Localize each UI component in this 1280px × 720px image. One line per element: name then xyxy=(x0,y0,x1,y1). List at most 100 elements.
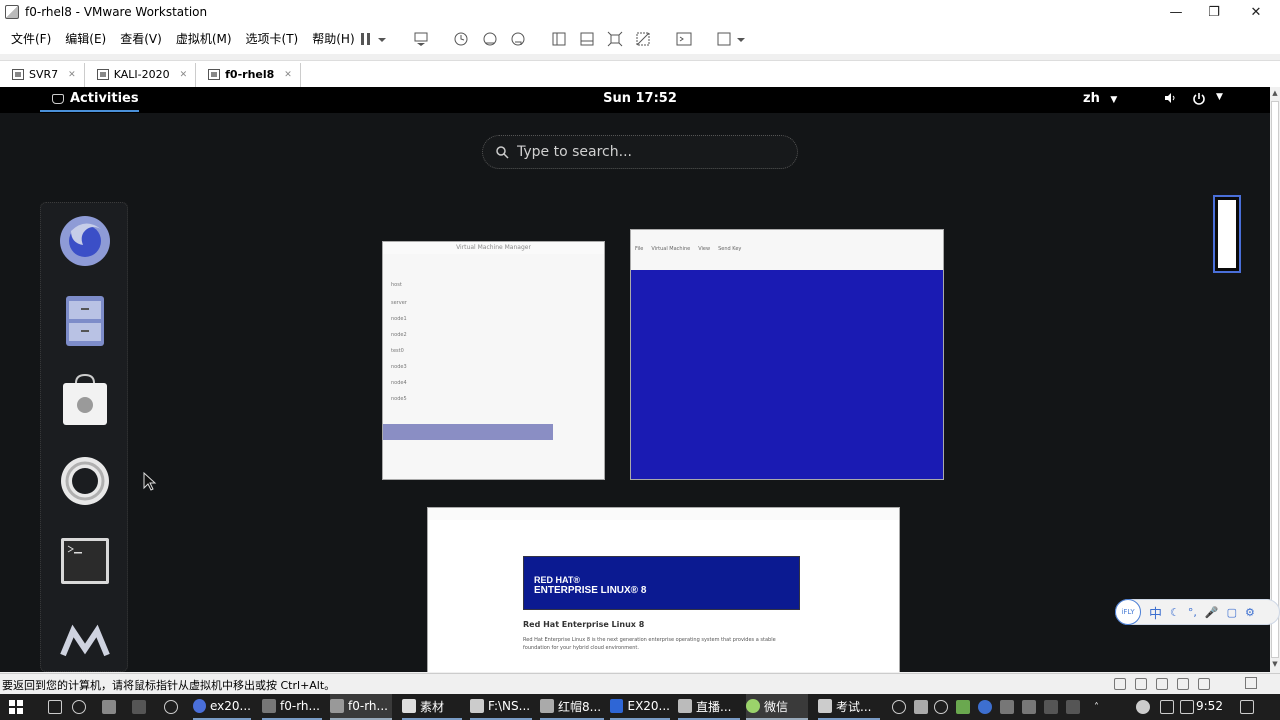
search-input[interactable] xyxy=(517,144,767,160)
status-message: 要返回到您的计算机，请将鼠标指针从虚拟机中移出或按 Ctrl+Alt。 xyxy=(2,679,336,692)
menu-file[interactable]: 文件(F) xyxy=(4,28,58,50)
ime-mode-toggle[interactable]: 中 xyxy=(1149,603,1162,622)
menu-view[interactable]: 查看(V) xyxy=(113,28,169,50)
window-thumb-vm-manager[interactable]: Virtual Machine Manager host server node… xyxy=(382,241,605,480)
menu-vm[interactable]: 虚拟机(M) xyxy=(169,28,239,50)
taskbar-item[interactable]: F:\NS... xyxy=(470,694,532,720)
tray-overflow-icon[interactable]: ˄ xyxy=(1094,694,1099,720)
window-thumb-browser[interactable]: RED HAT® ENTERPRISE LINUX® 8 Red Hat Ent… xyxy=(427,507,900,672)
overview-search[interactable] xyxy=(482,135,798,169)
notification-center-icon[interactable] xyxy=(1240,694,1258,720)
scroll-down-icon[interactable]: ▼ xyxy=(1271,660,1279,670)
tray-icon[interactable] xyxy=(892,694,910,720)
sound-icon[interactable] xyxy=(1177,678,1189,690)
app-icon[interactable] xyxy=(102,694,120,720)
taskbar-item[interactable]: 微信 xyxy=(746,694,808,720)
network-adapter-icon[interactable] xyxy=(1135,678,1147,690)
thumbnail-bar-icon[interactable] xyxy=(576,28,598,50)
display-icon[interactable] xyxy=(1198,678,1210,690)
menu-edit[interactable]: 编辑(E) xyxy=(58,28,113,50)
moon-icon[interactable]: ☾ xyxy=(1170,606,1180,619)
chevron-down-icon[interactable]: ▼ xyxy=(1216,92,1223,102)
terminal-icon[interactable] xyxy=(57,533,113,589)
taskbar-label: ex20... xyxy=(210,699,251,713)
vm-tab-kali[interactable]: KALI-2020 ✕ xyxy=(89,62,197,87)
taskbar-item[interactable]: f0-rh... xyxy=(330,694,392,720)
snapshot-icon[interactable] xyxy=(450,28,472,50)
network-icon[interactable] xyxy=(1160,694,1178,720)
guest-vertical-scrollbar[interactable]: ▲ ▼ xyxy=(1270,87,1280,672)
window-thumb-vm-console[interactable]: File Virtual Machine View Send Key xyxy=(630,229,944,480)
scroll-up-icon[interactable]: ▲ xyxy=(1271,89,1279,99)
ime-toolbar[interactable]: iFLY 中 ☾ °, 🎤 ▢ ⚙ xyxy=(1115,599,1280,625)
tray-icon[interactable] xyxy=(914,694,932,720)
console-menu-item: Virtual Machine xyxy=(651,246,691,252)
vm-tab-f0-rhel8[interactable]: f0-rhel8 ✕ xyxy=(200,62,301,87)
pause-dropdown-icon[interactable] xyxy=(376,28,388,50)
taskbar-item[interactable]: 红帽8... xyxy=(540,694,604,720)
tray-icon[interactable] xyxy=(1022,694,1040,720)
restore-button[interactable]: ❐ xyxy=(1194,0,1234,24)
minimize-button[interactable]: — xyxy=(1156,0,1196,24)
firefox-icon[interactable] xyxy=(57,213,113,269)
stretch-guest-icon[interactable] xyxy=(713,28,735,50)
usb-icon[interactable] xyxy=(1156,678,1168,690)
app-icon[interactable] xyxy=(132,694,150,720)
stretch-dropdown-icon[interactable] xyxy=(735,28,747,50)
refresh-app-icon[interactable] xyxy=(72,694,90,720)
close-tab-icon[interactable]: ✕ xyxy=(284,70,292,80)
vm-list-item: node1 xyxy=(391,316,407,322)
full-screen-icon[interactable] xyxy=(604,28,626,50)
guest-screen[interactable]: Activities Sun 17:52 zh ▼ ▼ Type to sear… xyxy=(0,87,1270,672)
taskbar-label: f0-rh... xyxy=(280,699,320,713)
bluetooth-icon[interactable] xyxy=(978,694,996,720)
taskbar-item[interactable]: 素材 xyxy=(402,694,462,720)
app-icon[interactable] xyxy=(164,694,182,720)
tray-icon[interactable] xyxy=(1000,694,1018,720)
unity-icon[interactable] xyxy=(632,28,654,50)
show-library-icon[interactable] xyxy=(548,28,570,50)
vmware-app-icon xyxy=(5,5,19,19)
power-icon[interactable] xyxy=(1192,92,1206,109)
taskbar-item[interactable]: 考试... xyxy=(818,694,880,720)
input-language-indicator[interactable]: zh ▼ xyxy=(1083,91,1117,106)
close-tab-icon[interactable]: ✕ xyxy=(180,70,188,80)
taskbar-item[interactable]: f0-rh... xyxy=(262,694,322,720)
virt-manager-icon[interactable] xyxy=(57,613,113,669)
keyboard-icon[interactable]: ▢ xyxy=(1227,606,1237,619)
task-view-icon[interactable] xyxy=(48,694,66,720)
settings-gear-icon[interactable]: ⚙ xyxy=(1245,606,1255,619)
taskbar-item[interactable]: 直播... xyxy=(678,694,740,720)
taskbar-item[interactable]: ex20... xyxy=(193,694,251,720)
taskbar-item[interactable]: EX20... xyxy=(610,694,670,720)
tray-icon[interactable] xyxy=(934,694,952,720)
ifly-logo[interactable]: iFLY xyxy=(1115,599,1141,625)
hard-disk-icon[interactable] xyxy=(1114,678,1126,690)
volume-icon[interactable] xyxy=(1164,92,1176,107)
gnome-clock[interactable]: Sun 17:52 xyxy=(0,91,1270,106)
send-ctrl-alt-del-icon[interactable] xyxy=(410,28,432,50)
tray-icon[interactable] xyxy=(956,694,974,720)
scrollbar-thumb[interactable] xyxy=(1271,101,1279,658)
snapshot-manager-icon[interactable] xyxy=(507,28,529,50)
help-icon[interactable] xyxy=(57,453,113,509)
menu-tabs[interactable]: 选项卡(T) xyxy=(239,28,306,50)
system-clock[interactable]: 9:52 xyxy=(1196,699,1223,713)
software-icon[interactable] xyxy=(57,373,113,429)
message-log-icon[interactable] xyxy=(1245,677,1257,689)
files-icon[interactable] xyxy=(57,293,113,349)
microphone-icon[interactable]: 🎤 xyxy=(1205,606,1219,619)
pause-icon[interactable] xyxy=(355,28,377,50)
close-button[interactable]: ✕ xyxy=(1236,0,1276,24)
vm-tab-svr7[interactable]: SVR7 ✕ xyxy=(4,62,85,87)
tray-icon[interactable] xyxy=(1066,694,1084,720)
start-button[interactable] xyxy=(8,694,24,720)
menu-help[interactable]: 帮助(H) xyxy=(305,28,361,50)
punctuation-icon[interactable]: °, xyxy=(1188,606,1197,619)
tray-icon[interactable] xyxy=(1044,694,1062,720)
workspace-thumbnail[interactable] xyxy=(1213,195,1241,273)
revert-snapshot-icon[interactable] xyxy=(479,28,501,50)
wechat-tray-icon[interactable] xyxy=(1136,694,1154,720)
close-tab-icon[interactable]: ✕ xyxy=(68,70,76,80)
console-view-icon[interactable] xyxy=(673,28,695,50)
